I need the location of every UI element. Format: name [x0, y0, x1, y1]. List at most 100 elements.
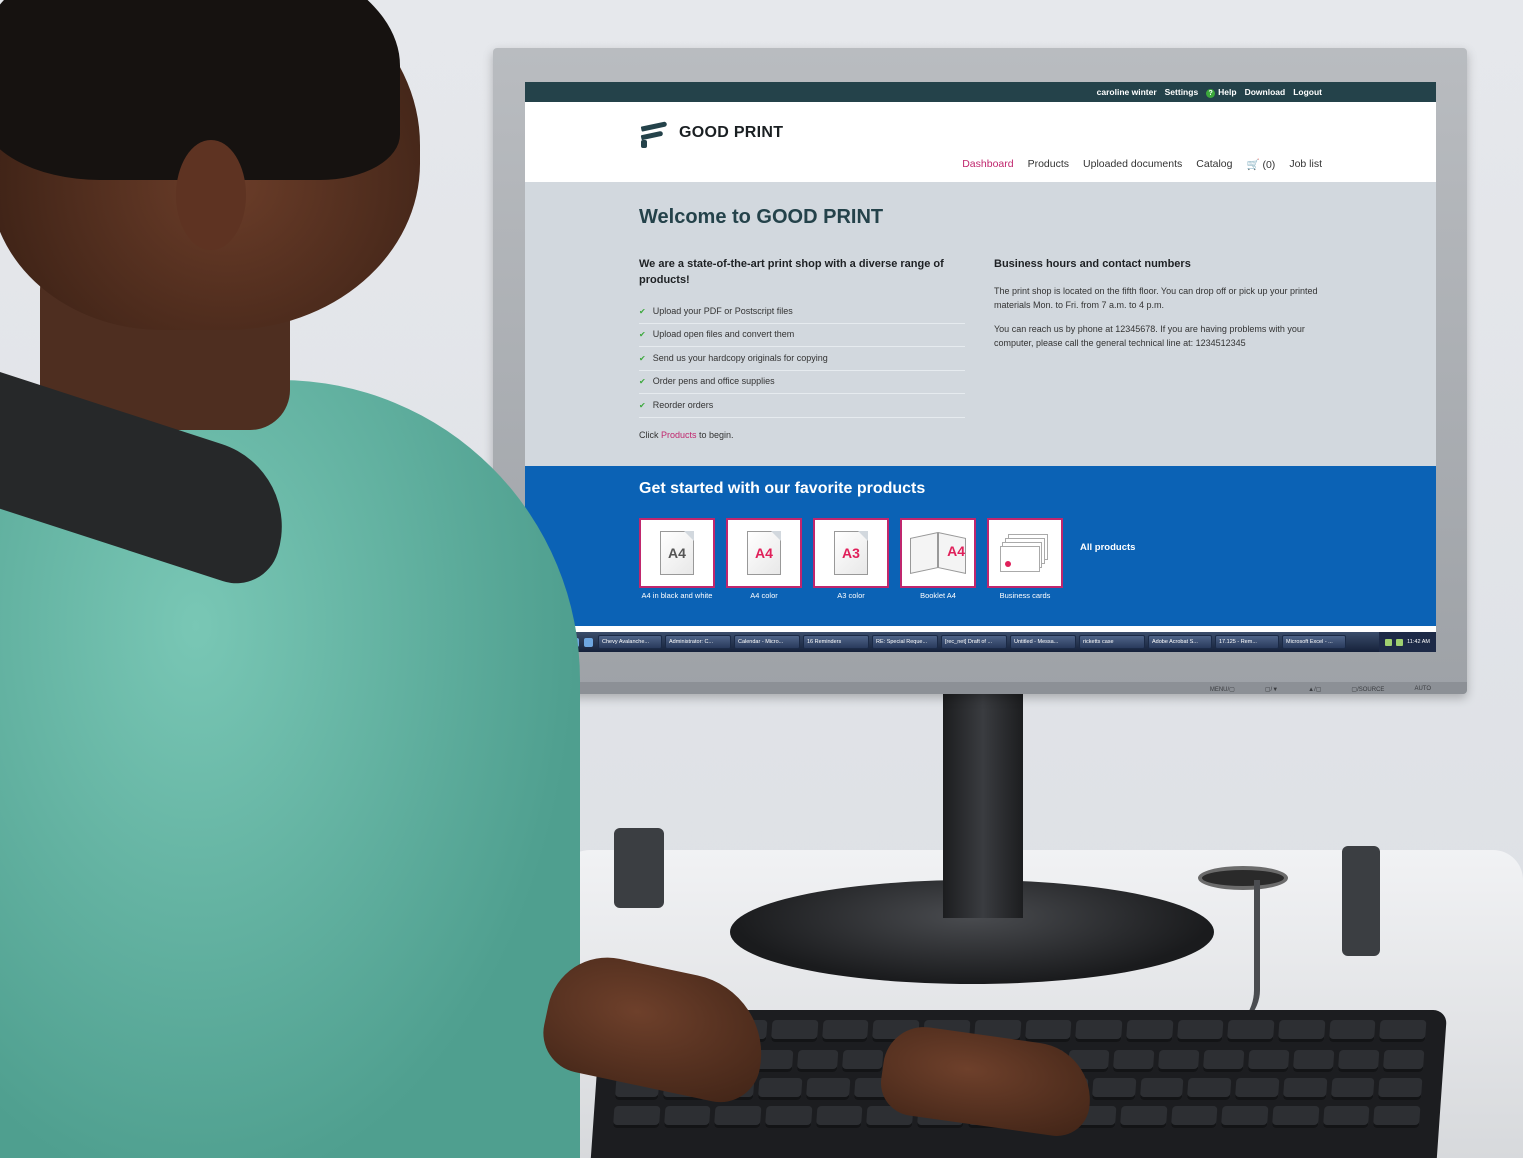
product-caption: A4 in black and white — [641, 591, 713, 600]
contact-heading: Business hours and contact numbers — [994, 258, 1191, 270]
product-a3-color[interactable]: A3 A3 color — [813, 518, 889, 600]
product-business-cards[interactable]: Business cards — [987, 518, 1063, 600]
document-icon: A4 — [660, 531, 694, 575]
taskbar-item[interactable]: RE: Special Reque... — [872, 635, 938, 649]
system-tray: 11:42 AM — [1379, 632, 1436, 652]
taskbar-item[interactable]: 17.125 - Rem... — [1215, 635, 1279, 649]
products-link[interactable]: Products — [661, 430, 697, 440]
check-icon: ✔ — [639, 353, 646, 363]
monitor-cable — [1200, 880, 1260, 1030]
help-label: Help — [1218, 86, 1237, 97]
product-thumbnail: A4 — [639, 518, 715, 588]
click-prefix: Click — [639, 429, 661, 440]
product-caption: Booklet A4 — [920, 591, 956, 600]
hours-text: The print shop is located on the fifth f… — [994, 286, 1318, 310]
all-products-link[interactable]: All products — [1080, 542, 1135, 553]
logo-icon — [640, 118, 668, 148]
taskbar-item[interactable]: [rec_net] Draft of ... — [941, 635, 1007, 649]
taskbar-item[interactable]: Administrator: C... — [665, 635, 731, 649]
favorites-heading: Get started with our favorite products — [639, 480, 926, 497]
monitor-auto-button[interactable]: AUTO — [1414, 686, 1431, 693]
tray-network-icon[interactable] — [1385, 638, 1393, 646]
page-title: Welcome to GOOD PRINT — [639, 206, 884, 228]
help-icon: ? — [1206, 88, 1216, 98]
quicklaunch-explorer-icon[interactable] — [584, 637, 593, 647]
help-link[interactable]: ? Help — [1206, 86, 1237, 98]
business-cards-icon — [1000, 534, 1050, 572]
tray-volume-icon[interactable] — [1396, 638, 1404, 646]
settings-link[interactable]: Settings — [1165, 87, 1199, 97]
list-item: ✔ Upload your PDF or Postscript files — [639, 300, 965, 324]
feature-text: Upload open files and convert them — [652, 329, 795, 339]
logout-link[interactable]: Logout — [1293, 87, 1322, 97]
product-tiles: A4 A4 in black and white A4 A4 color A3 … — [639, 518, 1063, 600]
nav-job-list[interactable]: Job list — [1289, 158, 1322, 171]
clock[interactable]: 11:42 AM — [1407, 639, 1430, 645]
username: caroline winter — [1096, 87, 1157, 97]
os-taskbar: Chevy Avalanche... Administrator: C... C… — [525, 632, 1436, 652]
taskbar-item[interactable]: Calendar - Micro... — [734, 635, 800, 649]
feature-list: ✔ Upload your PDF or Postscript files ✔ Up… — [639, 300, 965, 418]
product-booklet-a4[interactable]: A4 Booklet A4 — [900, 518, 976, 600]
list-item: ✔ Send us your hardcopy originals for cop… — [639, 347, 965, 371]
click-suffix: to begin. — [696, 429, 734, 440]
feature-text: Upload your PDF or Postscript files — [652, 305, 793, 316]
taskbar-item[interactable]: Chevy Avalanche... — [598, 635, 662, 649]
document-icon: A3 — [834, 531, 868, 575]
product-caption: A3 color — [837, 591, 865, 600]
monitor-menu-button[interactable]: MENU/▢ — [1210, 686, 1235, 693]
nav-uploaded-documents[interactable]: Uploaded documents — [1083, 158, 1182, 171]
monitor-stand-neck — [943, 692, 1023, 918]
document-icon: A4 — [747, 531, 781, 575]
check-icon: ✔ — [639, 377, 646, 386]
monitor-down-button[interactable]: ▢/▼ — [1265, 686, 1278, 693]
list-item: ✔ Order pens and office supplies — [639, 371, 965, 394]
list-item: ✔ Reorder orders — [639, 394, 965, 418]
monitor-up-button[interactable]: ▲/▢ — [1308, 686, 1321, 693]
feature-text: Send us your hardcopy originals for copy… — [652, 352, 828, 363]
product-thumbnail: A3 — [813, 518, 889, 588]
feature-text: Reorder orders — [652, 399, 714, 410]
taskbar-item[interactable]: Adobe Acrobat S... — [1148, 635, 1212, 649]
nav-catalog[interactable]: Catalog — [1196, 158, 1232, 171]
monitor-buttons: MENU/▢ ▢/▼ ▲/▢ ▢/SOURCE AUTO — [1210, 686, 1431, 693]
taskbar-item[interactable]: Untitled - Messa... — [1010, 635, 1076, 649]
product-thumbnail: A4 — [726, 518, 802, 588]
check-icon: ✔ — [639, 330, 646, 339]
booklet-icon: A4 — [909, 531, 967, 575]
taskbar-item[interactable]: Microsoft Excel - ... — [1282, 635, 1346, 649]
site-header: GOOD PRINT Dashboard Products Uploaded d… — [525, 102, 1436, 182]
intro-column: We are a state-of-the-art print shop wit… — [639, 256, 965, 440]
nav-dashboard[interactable]: Dashboard — [962, 158, 1013, 171]
desk-post-left — [614, 828, 664, 908]
product-thumbnail — [987, 518, 1063, 588]
check-icon: ✔ — [639, 306, 646, 316]
person-ear — [176, 140, 246, 250]
cart-count: (0) — [1262, 159, 1276, 171]
monitor: caroline winter Settings ? Help Download … — [493, 48, 1467, 694]
list-item: ✔ Upload open files and convert them — [639, 324, 965, 347]
product-a4-color[interactable]: A4 A4 color — [726, 518, 802, 600]
product-caption: A4 color — [750, 591, 778, 600]
user-bar: caroline winter Settings ? Help Download … — [525, 82, 1436, 102]
booklet-label: A4 — [947, 543, 965, 559]
nav-cart[interactable]: 🛒 (0) — [1246, 158, 1275, 171]
contact-text: You can reach us by phone at 12345678. I… — [994, 324, 1305, 348]
product-caption: Business cards — [999, 591, 1051, 600]
main-nav: Dashboard Products Uploaded documents Ca… — [962, 158, 1322, 171]
cart-icon: 🛒 — [1246, 159, 1260, 171]
download-link[interactable]: Download — [1245, 87, 1286, 97]
click-to-begin: Click Products to begin. — [639, 430, 965, 440]
taskbar-item[interactable]: ricketts case — [1079, 635, 1145, 649]
desk-post-right — [1342, 846, 1380, 956]
contact-column: Business hours and contact numbers The p… — [994, 256, 1324, 350]
welcome-section: Welcome to GOOD PRINT We are a state-of-… — [525, 182, 1436, 466]
logo[interactable]: GOOD PRINT — [640, 118, 784, 148]
screen: caroline winter Settings ? Help Download … — [525, 82, 1436, 652]
product-a4-bw[interactable]: A4 A4 in black and white — [639, 518, 715, 600]
logo-text: GOOD PRINT — [679, 124, 784, 141]
nav-products[interactable]: Products — [1028, 158, 1069, 171]
taskbar-item[interactable]: 16 Reminders — [803, 635, 869, 649]
check-icon: ✔ — [639, 400, 646, 410]
monitor-source-button[interactable]: ▢/SOURCE — [1351, 686, 1384, 693]
